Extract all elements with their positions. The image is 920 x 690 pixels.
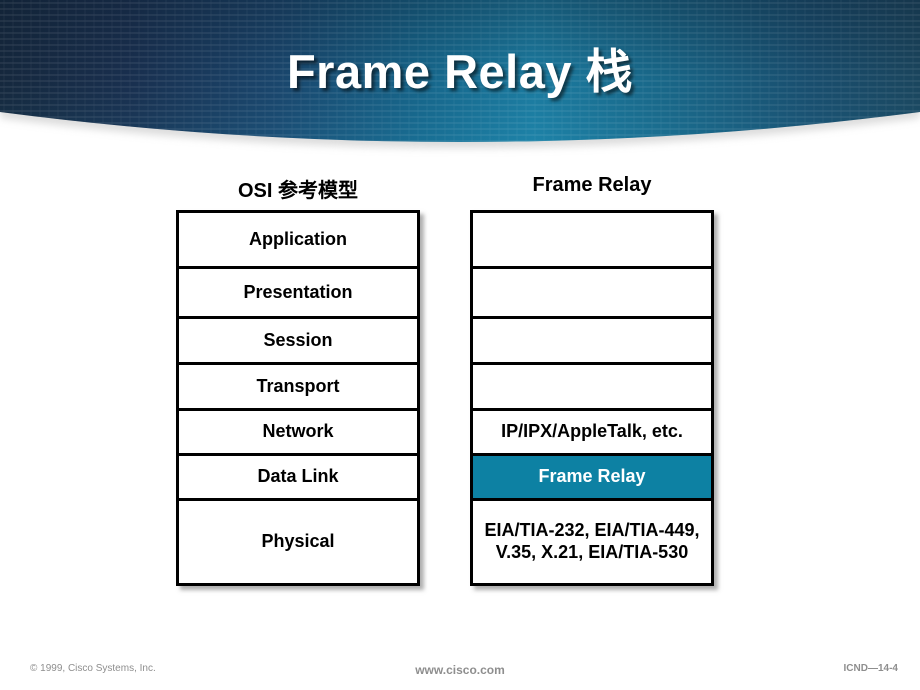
osi-layer-transport: Transport [179,365,417,411]
osi-layer-presentation: Presentation [179,269,417,319]
page-title: Frame Relay 栈 [286,45,634,98]
fr-layer-empty-1 [473,213,711,269]
fr-layer-frame-relay: Frame Relay [473,456,711,501]
fr-layer-network-protocols: IP/IPX/AppleTalk, etc. [473,411,711,456]
frame-relay-stack-table: IP/IPX/AppleTalk, etc. Frame Relay EIA/T… [470,210,714,586]
osi-layer-data-link: Data Link [179,456,417,501]
footer-course-code: ICND—14-4 [843,663,898,674]
osi-layer-application: Application [179,213,417,269]
osi-column-header: OSI 参考模型 [237,180,358,202]
protocol-stack-diagram: OSI 参考模型 Frame Relay Application Present… [0,168,920,608]
osi-layer-physical: Physical [261,531,335,552]
slide-banner: Frame Relay 栈 [0,0,920,175]
osi-layer-network: Network [179,411,417,456]
footer-url: www.cisco.com [415,663,505,677]
fr-layer-physical-standards: EIA/TIA-232, EIA/TIA-449, V.35, X.21, EI… [484,520,700,562]
osi-layer-session: Session [179,319,417,365]
frame-relay-column-header: Frame Relay [532,174,652,196]
fr-layer-empty-4 [473,365,711,411]
fr-layer-empty-2 [473,269,711,319]
osi-stack-table: Application Presentation Session Transpo… [176,210,420,586]
slide-footer: © 1999, Cisco Systems, Inc. www.cisco.co… [0,655,920,690]
fr-layer-empty-3 [473,319,711,365]
